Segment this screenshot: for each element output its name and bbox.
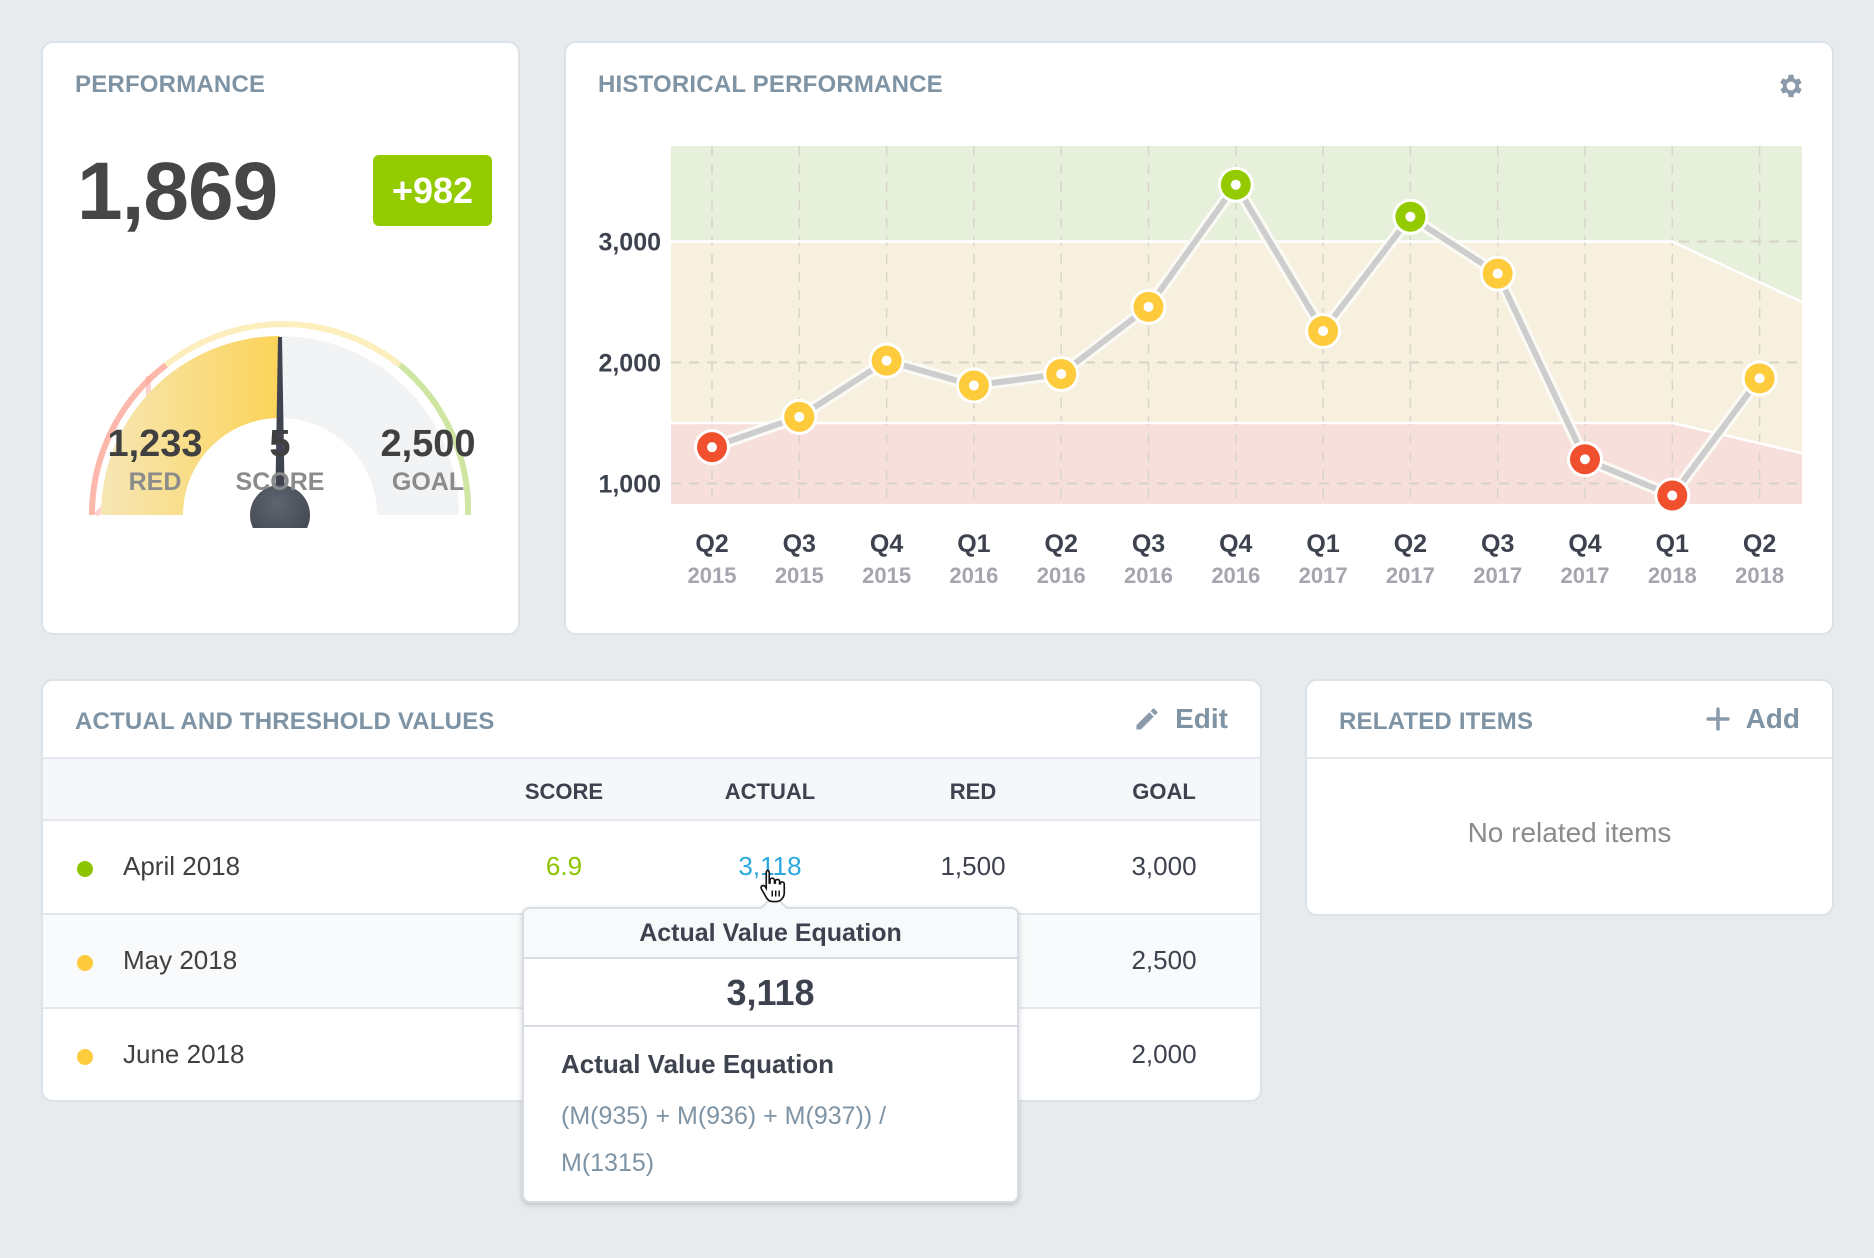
performance-title: PERFORMANCE [75, 71, 266, 98]
status-dot [77, 1049, 93, 1065]
values-title: ACTUAL AND THRESHOLD VALUES [75, 708, 495, 735]
delta-badge: +982 [373, 155, 492, 226]
data-point-center [1492, 268, 1503, 279]
y-tick-label: 3,000 [598, 229, 661, 257]
x-tick-year: 2017 [1386, 563, 1435, 588]
x-tick-quarter: Q4 [1219, 530, 1252, 558]
tooltip-header: Actual Value Equation [524, 909, 1017, 959]
column-red: RED [949, 779, 997, 804]
performance-value: 1,869 [77, 146, 278, 237]
column-score: SCORE [524, 779, 604, 804]
data-point-center [1754, 373, 1765, 384]
status-dot [77, 955, 93, 971]
data-point-center [1580, 454, 1590, 465]
x-tick-quarter: Q1 [957, 530, 990, 558]
edit-button[interactable]: Edit [1133, 703, 1228, 735]
row-goal: 3,000 [1131, 851, 1197, 881]
column-actual: ACTUAL [724, 779, 816, 804]
x-tick-year: 2018 [1735, 563, 1784, 588]
row-score: 6.9 [545, 851, 583, 881]
row-period: June 2018 [123, 1039, 245, 1069]
x-tick-quarter: Q1 [1656, 530, 1689, 558]
edit-label: Edit [1175, 703, 1228, 734]
score-label: SCORE [235, 468, 325, 496]
y-tick-label: 2,000 [598, 349, 661, 377]
historical-chart: 1,000 2,000 3,000 Q2 2015 Q3 2015 Q4 2015 Q1 2016 Q… [598, 146, 1803, 588]
x-tick-quarter: Q3 [1132, 530, 1165, 558]
x-tick-quarter: Q1 [1306, 530, 1339, 558]
x-tick-year: 2018 [1648, 563, 1697, 588]
tooltip-body-title: Actual Value Equation [561, 1049, 835, 1079]
equation-line-1: (M(935) + M(936) + M(937)) / [561, 1102, 887, 1130]
divider [1307, 757, 1832, 759]
row-goal: 2,000 [1131, 1039, 1197, 1069]
x-tick-year: 2016 [1211, 563, 1260, 588]
goal-value: 2,500 [380, 423, 476, 465]
plus-icon [1705, 707, 1730, 731]
score-value: 5 [269, 423, 291, 465]
x-tick-quarter: Q2 [1045, 530, 1078, 558]
data-point-center [707, 442, 717, 453]
x-tick-year: 2015 [688, 563, 737, 588]
gauge-stat-score: 5 SCORE [210, 423, 350, 497]
empty-message: No related items [1467, 817, 1672, 848]
data-point-center [1056, 368, 1067, 379]
table-row[interactable]: April 2018 6.9 3,118 1,500 3,000 [43, 821, 1260, 915]
related-items-card: RELATED ITEMS Add No related items [1305, 679, 1834, 916]
x-tick-quarter: Q3 [1481, 530, 1514, 558]
x-tick-quarter: Q2 [1743, 530, 1776, 558]
x-tick-year: 2017 [1299, 563, 1348, 588]
data-point-center [1230, 179, 1241, 190]
status-dot [77, 861, 93, 877]
data-point-center [881, 355, 892, 366]
tooltip-equation: (M(935) + M(936) + M(937)) / M(1315) [561, 1093, 961, 1187]
x-tick-quarter: Q2 [695, 530, 728, 558]
goal-label: GOAL [391, 468, 465, 496]
add-label: Add [1745, 703, 1800, 734]
data-point-center [1143, 301, 1154, 312]
performance-card: PERFORMANCE 1,869 +982 1,233 RED 5 SCORE… [41, 41, 520, 635]
x-tick-year: 2016 [1037, 563, 1086, 588]
row-period: May 2018 [123, 945, 238, 975]
x-tick-year: 2016 [1124, 563, 1173, 588]
actual-value-tooltip: Actual Value Equation 3,118 Actual Value… [522, 893, 1019, 1203]
data-point-center [1667, 490, 1678, 501]
y-tick-label: 1,000 [598, 470, 661, 498]
related-title: RELATED ITEMS [1339, 708, 1534, 735]
row-period: April 2018 [123, 851, 241, 881]
pencil-icon [1136, 708, 1158, 730]
x-tick-quarter: Q3 [783, 530, 816, 558]
hand-cursor-icon [760, 869, 786, 903]
table-header: SCORE ACTUAL RED GOAL [43, 757, 1260, 821]
row-goal: 2,500 [1131, 945, 1197, 975]
column-goal: GOAL [1132, 779, 1196, 804]
data-point-center [794, 411, 805, 422]
equation-line-2: M(1315) [561, 1149, 655, 1177]
row-red: 1,500 [940, 851, 1006, 881]
red-label: RED [128, 468, 182, 496]
x-tick-year: 2016 [949, 563, 998, 588]
gauge-stat-red: 1,233 RED [85, 423, 225, 497]
gauge-stat-goal: 2,500 GOAL [358, 423, 498, 497]
tooltip-value: 3,118 [524, 959, 1017, 1027]
data-point-center [968, 380, 979, 391]
data-point-center [1405, 211, 1416, 222]
historical-performance-card: HISTORICAL PERFORMANCE 1,000 2,000 3,000 Q2… [564, 41, 1834, 635]
red-value: 1,233 [107, 423, 203, 465]
add-related-button[interactable]: Add [1704, 703, 1800, 735]
x-tick-year: 2017 [1473, 563, 1522, 588]
x-tick-year: 2015 [862, 563, 911, 588]
x-tick-quarter: Q4 [870, 530, 903, 558]
x-tick-quarter: Q2 [1394, 530, 1427, 558]
x-tick-year: 2015 [775, 563, 824, 588]
x-tick-year: 2017 [1561, 563, 1610, 588]
data-point-center [1318, 326, 1329, 337]
x-tick-quarter: Q4 [1568, 530, 1601, 558]
